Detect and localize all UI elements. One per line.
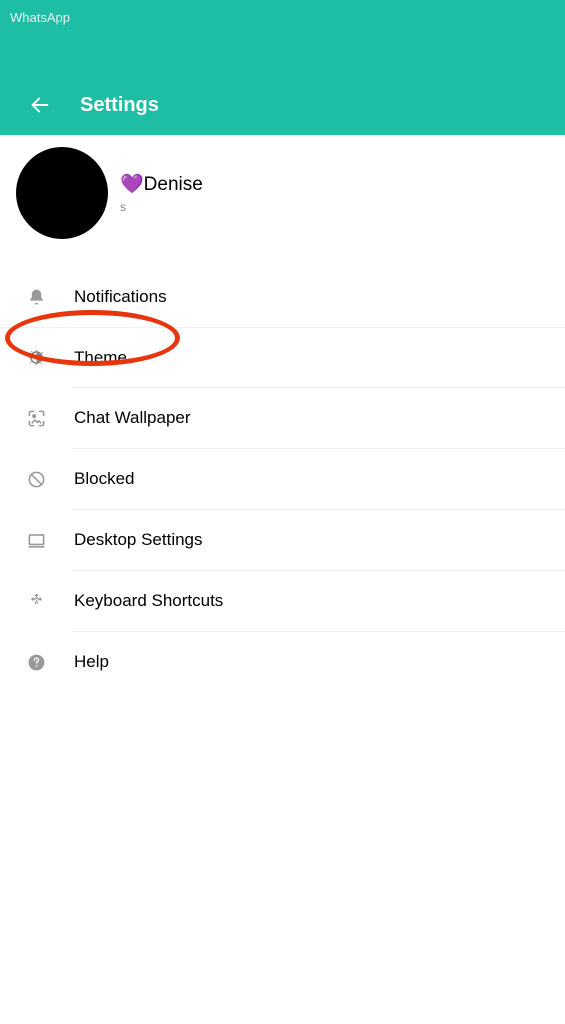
keyboard-shortcut-icon: A bbox=[26, 591, 46, 611]
menu-item-blocked[interactable]: Blocked bbox=[0, 449, 565, 509]
menu-label: Blocked bbox=[74, 469, 134, 489]
menu-label: Desktop Settings bbox=[74, 530, 203, 550]
menu-label: Theme bbox=[74, 348, 127, 368]
menu-item-help[interactable]: Help bbox=[0, 632, 565, 692]
header-row: Settings bbox=[0, 93, 159, 117]
blocked-icon bbox=[26, 469, 46, 489]
profile-sub: s bbox=[120, 200, 203, 214]
profile-name: 💜Denise bbox=[120, 172, 203, 196]
profile-text: 💜Denise s bbox=[120, 172, 203, 214]
settings-menu: Notifications Theme Chat Wallpaper bbox=[0, 267, 565, 692]
menu-item-theme[interactable]: Theme bbox=[0, 327, 565, 387]
help-icon bbox=[26, 652, 46, 672]
menu-item-chat-wallpaper[interactable]: Chat Wallpaper bbox=[0, 388, 565, 448]
brightness-icon bbox=[26, 348, 46, 368]
menu-label: Chat Wallpaper bbox=[74, 408, 191, 428]
avatar[interactable] bbox=[16, 147, 108, 239]
menu-label: Keyboard Shortcuts bbox=[74, 591, 223, 611]
arrow-left-icon bbox=[29, 94, 51, 116]
wallpaper-icon bbox=[26, 408, 46, 428]
bell-icon bbox=[26, 287, 46, 307]
profile-section[interactable]: 💜Denise s bbox=[0, 135, 565, 267]
menu-item-notifications[interactable]: Notifications bbox=[0, 267, 565, 327]
back-button[interactable] bbox=[28, 93, 52, 117]
page-title: Settings bbox=[80, 94, 159, 117]
menu-item-keyboard-shortcuts[interactable]: A Keyboard Shortcuts bbox=[0, 571, 565, 631]
header-bar: WhatsApp Settings bbox=[0, 0, 565, 135]
svg-text:A: A bbox=[34, 599, 38, 605]
menu-label: Notifications bbox=[74, 287, 167, 307]
desktop-icon bbox=[26, 530, 46, 550]
menu-label: Help bbox=[74, 652, 109, 672]
app-name: WhatsApp bbox=[0, 0, 565, 25]
menu-item-desktop-settings[interactable]: Desktop Settings bbox=[0, 510, 565, 570]
